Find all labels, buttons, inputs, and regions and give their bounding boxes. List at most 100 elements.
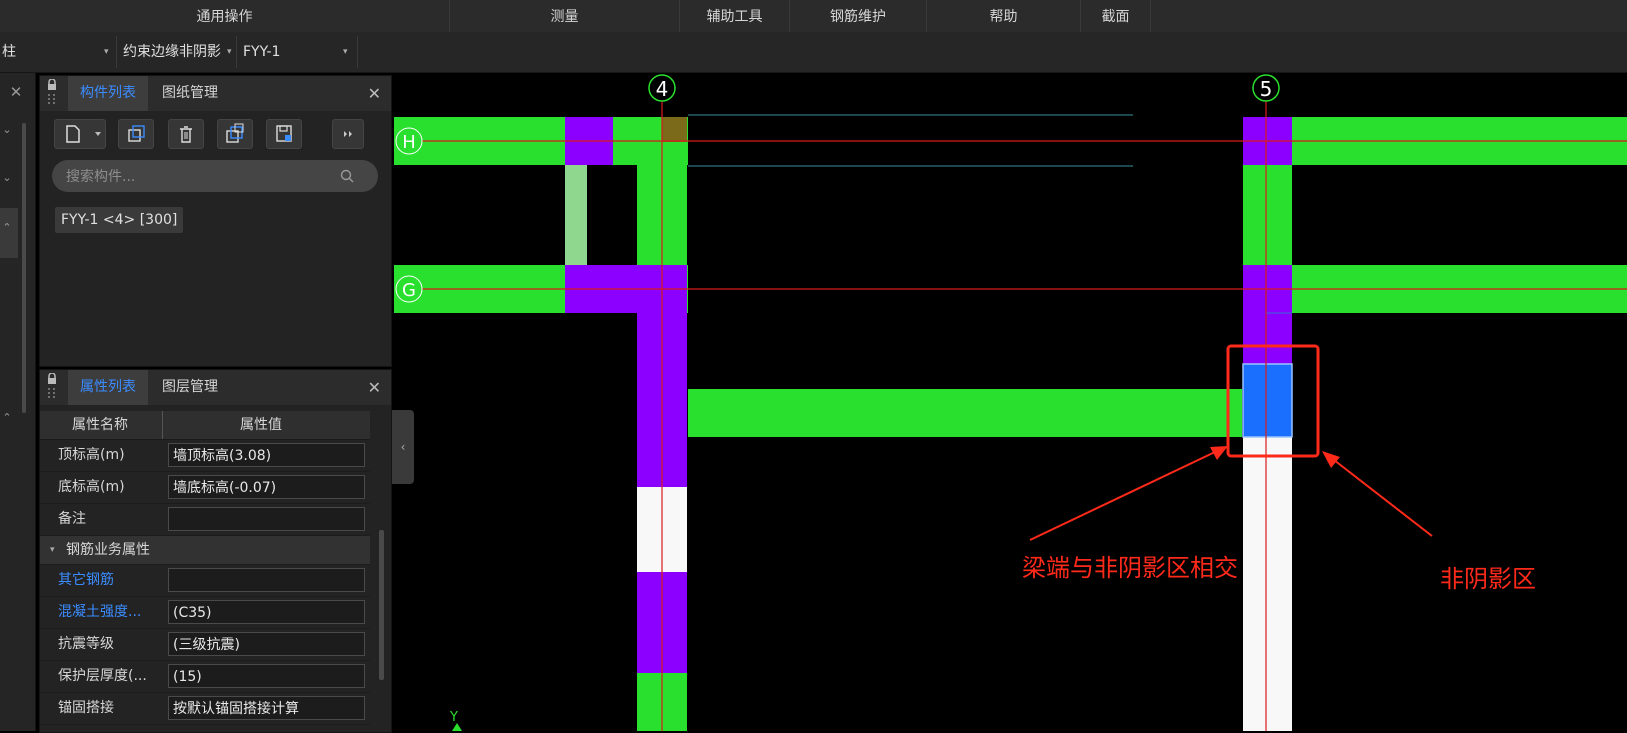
scrollbar[interactable] — [379, 530, 384, 680]
column-g-5[interactable] — [1243, 265, 1292, 365]
scrollbar[interactable] — [22, 123, 26, 413]
panel-header: 构件列表 图纸管理 ✕ — [40, 76, 391, 111]
component-list-panel: 构件列表 图纸管理 ✕ 搜索构件... FYY-1 <4> [300] — [39, 75, 392, 367]
tab-drawing-management[interactable]: 图纸管理 — [150, 76, 230, 111]
wall-col5-upper[interactable] — [1243, 165, 1292, 265]
search-box — [52, 160, 378, 194]
trash-icon — [180, 126, 192, 143]
new-component-button[interactable] — [54, 119, 106, 149]
property-value[interactable]: 墙底标高(-0.07) — [168, 475, 365, 499]
tab-property-list[interactable]: 属性列表 — [68, 370, 148, 405]
more-tools-button[interactable] — [332, 119, 364, 149]
close-icon[interactable]: ✕ — [6, 83, 26, 101]
chevron-down-icon[interactable]: ⌄ — [0, 171, 14, 184]
property-value[interactable]: (三级抗震) — [168, 632, 365, 656]
panel-header: 属性列表 图层管理 ✕ — [40, 370, 391, 405]
chevron-up-icon[interactable]: ⌃ — [0, 411, 14, 424]
expand-arrow-icon: ▾ — [50, 545, 55, 555]
search-icon[interactable] — [340, 169, 354, 183]
copy-component-button[interactable] — [118, 119, 154, 149]
lock-icon[interactable] — [46, 79, 58, 107]
annotation-non-shadow: 非阴影区 — [1440, 565, 1536, 593]
menu-rebar-maintenance[interactable]: 钢筋维护 — [790, 0, 927, 32]
property-value[interactable]: 按默认锚固搭接计算 — [168, 696, 365, 720]
column-divider — [162, 411, 163, 439]
menu-measure[interactable]: 测量 — [450, 0, 680, 32]
save-component-button[interactable] — [266, 119, 302, 149]
property-value[interactable] — [168, 568, 365, 592]
property-value[interactable]: 墙顶标高(3.08) — [168, 443, 365, 467]
property-name[interactable]: 其它钢筋 — [58, 565, 158, 596]
annotation-arrow-beam-end — [1029, 446, 1228, 541]
chevron-up-icon[interactable]: ⌃ — [0, 221, 14, 234]
drawing-canvas[interactable]: 4 5 H G 梁端与非阴影区相交 非阴影区 Y — [394, 73, 1627, 731]
property-name: 保护层厚度(... — [58, 668, 147, 684]
copy-icon — [128, 125, 145, 142]
property-name: 备注 — [58, 511, 86, 527]
menu-help[interactable]: 帮助 — [927, 0, 1081, 32]
column-marker[interactable] — [662, 117, 687, 142]
copy-to-floor-button[interactable] — [217, 119, 253, 149]
plan-drawing: 4 5 H G 梁端与非阴影区相交 非阴影区 Y — [394, 74, 1627, 731]
tab-component-list[interactable]: 构件列表 — [68, 76, 148, 111]
close-icon[interactable]: ✕ — [368, 76, 381, 111]
beam-middle[interactable] — [688, 389, 1242, 437]
table-row: 锚固搭接 按默认锚固搭接计算 — [40, 693, 370, 725]
selected-component[interactable] — [1242, 363, 1293, 438]
chevron-down-icon[interactable]: ⌄ — [0, 123, 14, 136]
chevron-down-icon: ▾ — [343, 47, 348, 57]
property-value[interactable]: (15) — [168, 664, 365, 688]
table-row: 保护层厚度(... (15) — [40, 661, 370, 693]
close-icon[interactable]: ✕ — [368, 370, 381, 405]
top-menu-bar: 通用操作 测量 辅助工具 钢筋维护 帮助 截面 — [0, 0, 1627, 33]
property-name: 抗震等级 — [58, 636, 114, 652]
property-group-label: 钢筋业务属性 — [66, 542, 150, 558]
lock-icon[interactable] — [46, 373, 58, 401]
search-input[interactable] — [64, 160, 338, 194]
layers-copy-icon — [226, 123, 244, 143]
type-select-value: 柱 — [2, 44, 16, 60]
annotation-beam-end: 梁端与非阴影区相交 — [1022, 554, 1238, 582]
axis-label-g: G — [402, 280, 416, 301]
wall-light-segment[interactable] — [565, 165, 587, 265]
delete-component-button[interactable] — [168, 119, 204, 149]
table-row: 顶标高(m) 墙顶标高(3.08) — [40, 440, 370, 472]
column-header-name: 属性名称 — [72, 417, 128, 433]
axis-label-4: 4 — [656, 77, 669, 101]
table-row: 底标高(m) 墙底标高(-0.07) — [40, 472, 370, 504]
table-row: 混凝土强度... (C35) — [40, 597, 370, 629]
property-name[interactable]: 混凝土强度... — [58, 597, 158, 628]
menu-aux-tools[interactable]: 辅助工具 — [680, 0, 790, 32]
menu-section[interactable]: 截面 — [1081, 0, 1151, 32]
property-name: 顶标高(m) — [58, 447, 125, 463]
component-select[interactable]: FYY-1 ▾ — [237, 36, 358, 68]
property-name: 锚固搭接 — [58, 700, 114, 716]
axis-label-5: 5 — [1260, 77, 1273, 101]
tab-layer-management[interactable]: 图层管理 — [150, 370, 230, 405]
axis-label-h: H — [402, 132, 416, 153]
new-file-icon — [66, 125, 101, 143]
column-header-value: 属性值 — [240, 417, 282, 433]
table-row: 其它钢筋 — [40, 565, 370, 597]
property-group-header[interactable]: ▾ 钢筋业务属性 — [40, 536, 370, 565]
list-item[interactable]: FYY-1 <4> [300] — [55, 207, 184, 233]
property-value[interactable]: (C35) — [168, 600, 365, 624]
collapse-panel-handle[interactable]: ‹ — [392, 410, 414, 484]
selector-bar: 柱 ▾ 约束边缘非阴影 ▾ FYY-1 ▾ — [0, 32, 1627, 73]
property-value[interactable] — [168, 507, 365, 531]
table-row: 抗震等级 (三级抗震) — [40, 629, 370, 661]
collapsed-left-panel: ✕ ⌄ ⌄ ⌃ ⌃ — [0, 73, 36, 731]
menu-general-operations[interactable]: 通用操作 — [0, 0, 450, 32]
table-row: 备注 — [40, 504, 370, 536]
category-select[interactable]: 约束边缘非阴影 ▾ — [117, 36, 237, 68]
property-name: 底标高(m) — [58, 479, 125, 495]
chevron-down-icon: ▾ — [104, 47, 109, 57]
double-arrow-icon — [344, 131, 352, 137]
property-table: 属性名称 属性值 顶标高(m) 墙顶标高(3.08) 底标高(m) 墙底标高(-… — [40, 411, 370, 725]
chevron-left-icon: ‹ — [400, 440, 406, 454]
ucs-y-label: Y — [449, 710, 458, 725]
type-select[interactable]: 柱 ▾ — [0, 36, 117, 68]
table-header: 属性名称 属性值 — [40, 411, 370, 440]
chevron-down-icon: ▾ — [227, 47, 232, 57]
non-shadow-wall-col5[interactable] — [1243, 437, 1292, 731]
